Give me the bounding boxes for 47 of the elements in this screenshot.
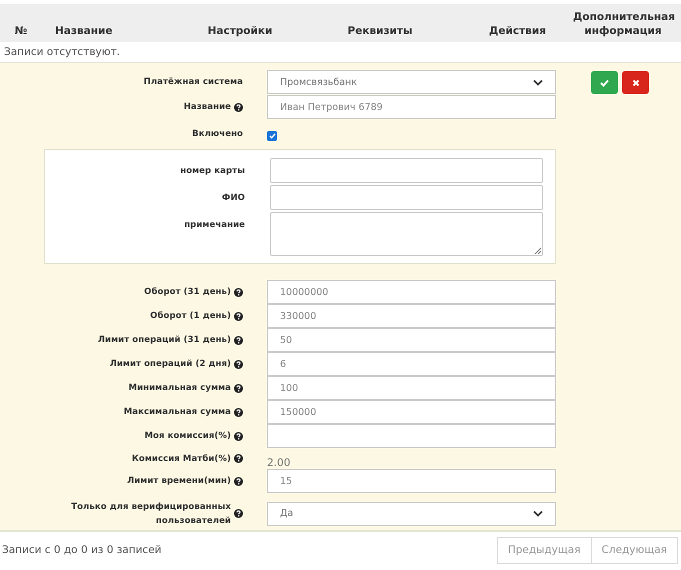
field-label: Лимит операций (31 день) <box>98 335 231 346</box>
cancel-button[interactable] <box>622 71 649 94</box>
records-info: Записи с 0 до 0 из 0 записей <box>1 544 162 556</box>
checkbox[interactable] <box>267 131 277 142</box>
input-field[interactable]: 150000 <box>267 400 556 424</box>
input-field[interactable]: 100 <box>267 376 556 400</box>
confirm-button[interactable] <box>591 71 618 94</box>
static-value: 2.00 <box>267 456 292 469</box>
column-header: Действия <box>489 24 546 38</box>
input-field[interactable] <box>267 424 556 448</box>
column-header: Дополнительная информация <box>573 10 673 38</box>
input-field[interactable] <box>270 185 543 210</box>
field-label: Платёжная система <box>144 77 243 87</box>
field-label: Включено <box>192 128 243 139</box>
column-header: № <box>14 24 28 38</box>
close-icon <box>632 78 640 86</box>
field-label: Оборот (31 день) <box>144 287 231 298</box>
field-label: Лимит операций (2 дня) <box>110 359 231 370</box>
field-label: Название <box>184 102 231 112</box>
input-field[interactable]: Иван Петрович 6789 <box>267 95 556 119</box>
resize-grip-icon <box>534 247 541 254</box>
input-field[interactable]: 6 <box>267 352 556 376</box>
checkmark-icon <box>600 78 609 86</box>
field-label: примечание <box>184 220 245 230</box>
select-field[interactable]: Промсвязьбанк <box>267 70 556 94</box>
column-header: Название <box>54 24 112 38</box>
field-label: ФИО <box>222 192 245 203</box>
column-header: Настройки <box>208 24 272 38</box>
field-label: Оборот (1 день) <box>150 311 231 322</box>
input-field[interactable]: 15 <box>267 469 556 494</box>
field-label: Комиссия Матби(%) <box>132 454 231 464</box>
field-label: Максимальная сумма <box>124 407 231 418</box>
text-area[interactable] <box>270 212 543 256</box>
field-label: Лимит времени(мин) <box>127 476 231 486</box>
field-label: Минимальная сумма <box>128 383 231 394</box>
chevron-down-icon <box>533 510 543 518</box>
field-label: Только для верифицированных пользователей <box>70 500 231 528</box>
input-field[interactable] <box>270 158 543 184</box>
input-field[interactable]: 50 <box>267 328 556 352</box>
chevron-down-icon <box>533 78 543 86</box>
column-header: Реквизиты <box>348 24 412 38</box>
checkmark-icon <box>268 133 276 140</box>
input-field[interactable]: 10000000 <box>267 280 556 304</box>
field-label: номер карты <box>180 166 245 176</box>
select-field[interactable]: Да <box>267 502 556 526</box>
input-field[interactable]: 330000 <box>267 304 556 328</box>
field-label: Моя комиссия(%) <box>144 431 231 442</box>
